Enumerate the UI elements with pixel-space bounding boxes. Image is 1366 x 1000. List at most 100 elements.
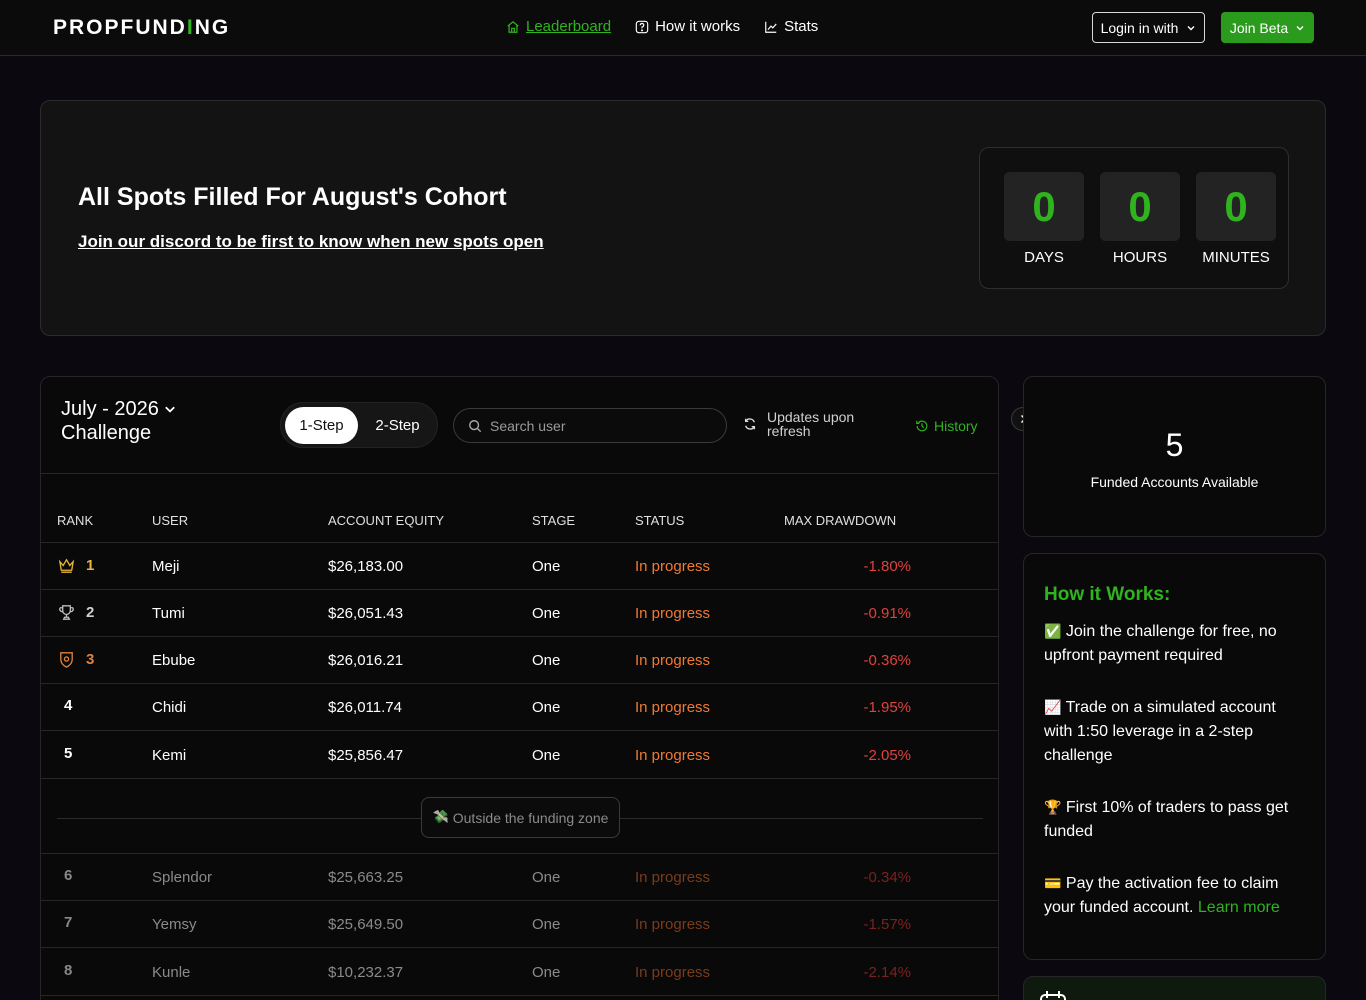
- funded-accounts-card: 5 Funded Accounts Available: [1023, 376, 1326, 537]
- table-row[interactable]: 4 Chidi $26,011.74 One In progress -1.95…: [41, 684, 998, 731]
- tab-1-step[interactable]: 1-Step: [285, 407, 358, 444]
- rank-number: 8: [64, 962, 73, 979]
- refresh-text-2: refresh: [767, 423, 811, 439]
- col-rank: RANK: [57, 513, 94, 528]
- equity-cell: $10,232.37: [328, 964, 404, 981]
- user-cell: Yemsy: [152, 916, 197, 933]
- how-item: 💳 Pay the activation fee to claim your f…: [1044, 872, 1305, 920]
- status-cell: In progress: [635, 558, 711, 575]
- table-row[interactable]: 8 Kunle $10,232.37 One In progress -2.14…: [41, 949, 998, 996]
- col-status: STATUS: [635, 513, 685, 528]
- join-beta-label: Join Beta: [1229, 19, 1289, 36]
- nav-leaderboard-label: Leaderboard: [526, 18, 612, 35]
- outside-zone-label: Outside the funding zone: [452, 809, 609, 826]
- funded-count: 5: [1165, 427, 1184, 463]
- nav-stats-label: Stats: [784, 18, 819, 35]
- col-stage: STAGE: [532, 513, 576, 528]
- home-icon: [507, 20, 519, 33]
- divider: [41, 473, 998, 474]
- learn-more-link[interactable]: Learn more: [1198, 899, 1280, 916]
- table-row[interactable]: 6 Splendor $25,663.25 One In progress -0…: [41, 854, 998, 901]
- rank-cell: 1: [57, 556, 94, 575]
- status-cell: In progress: [635, 605, 711, 622]
- crown-icon: [58, 558, 75, 573]
- how-item-text: First 10% of traders to pass get funded: [1044, 799, 1289, 840]
- banner-title: All Spots Filled For August's Cohort: [78, 183, 507, 211]
- stage-cell: One: [532, 747, 561, 764]
- refresh-note: Updates upon refresh: [743, 410, 854, 438]
- drawdown-cell: -1.57%: [863, 916, 911, 933]
- chart-icon: [765, 21, 777, 33]
- table-row[interactable]: 5 Kemi $25,856.47 One In progress -2.05%: [41, 732, 998, 779]
- search-input[interactable]: [490, 417, 710, 434]
- question-icon: [635, 20, 649, 33]
- user-cell: Tumi: [152, 605, 185, 622]
- countdown-minutes-value: 0: [1196, 172, 1276, 241]
- challenge-selector[interactable]: July - 2026 Challenge: [61, 397, 176, 445]
- join-beta-button[interactable]: Join Beta: [1221, 12, 1314, 43]
- tab-2-step[interactable]: 2-Step: [361, 407, 434, 444]
- table-row[interactable]: 3 Ebube $26,016.21 One In progress -0.36…: [41, 637, 998, 684]
- calendar-card[interactable]: [1023, 976, 1326, 1000]
- stage-cell: One: [532, 652, 561, 669]
- rank-cell: 3: [57, 650, 94, 669]
- table-header: RANK USER ACCOUNT EQUITY STAGE STATUS MA…: [41, 511, 998, 543]
- how-item-text: Trade on a simulated account with 1:50 l…: [1044, 699, 1276, 764]
- chevron-down-icon: [1296, 25, 1304, 30]
- funded-label: Funded Accounts Available: [1090, 474, 1259, 490]
- nav-leaderboard[interactable]: Leaderboard: [506, 18, 611, 35]
- equity-cell: $26,011.74: [328, 699, 402, 716]
- countdown-minutes: 0 MINUTES: [1196, 172, 1276, 266]
- rank-cell: 6: [64, 867, 72, 884]
- stage-cell: One: [532, 605, 561, 622]
- rank-number: 2: [86, 604, 95, 621]
- trophy-icon: [59, 605, 74, 620]
- nav-stats[interactable]: Stats: [764, 18, 818, 35]
- rank-number: 6: [64, 867, 73, 884]
- top-nav: PROPFUNDING Leaderboard How it works Sta…: [0, 0, 1366, 56]
- discord-link[interactable]: Join our discord to be first to know whe…: [78, 232, 544, 252]
- history-button[interactable]: History: [915, 418, 978, 434]
- how-item: 🏆 First 10% of traders to pass get funde…: [1044, 796, 1305, 844]
- status-cell: In progress: [635, 869, 711, 886]
- user-cell: Chidi: [152, 699, 187, 716]
- table-row[interactable]: 1 Meji $26,183.00 One In progress -1.80%: [41, 543, 998, 590]
- rank-cell: 5: [64, 745, 72, 762]
- chart-up-icon: 📈: [1044, 700, 1062, 716]
- logo[interactable]: PROPFUNDING: [53, 16, 230, 40]
- stage-cell: One: [532, 869, 561, 886]
- how-item: ✅ Join the challenge for free, no upfron…: [1044, 620, 1305, 668]
- countdown-hours: 0 HOURS: [1100, 172, 1180, 266]
- rank-cell: 4: [64, 697, 72, 714]
- equity-cell: $26,183.00: [328, 558, 404, 575]
- col-user: USER: [152, 513, 189, 528]
- countdown-days: 0 DAYS: [1004, 172, 1084, 266]
- funding-zone-divider: 💸 Outside the funding zone: [41, 780, 998, 854]
- table-row[interactable]: 7 Yemsy $25,649.50 One In progress -1.57…: [41, 901, 998, 948]
- logo-candle-glyph: I: [186, 16, 195, 39]
- status-cell: In progress: [635, 652, 711, 669]
- rank-number: 5: [64, 745, 73, 762]
- table-row[interactable]: 2 Tumi $26,051.43 One In progress -0.91%: [41, 590, 998, 637]
- status-cell: In progress: [635, 747, 711, 764]
- refresh-icon: [744, 418, 756, 430]
- how-title: How it Works:: [1044, 584, 1171, 605]
- nav-how-it-works[interactable]: How it works: [635, 18, 740, 35]
- search-icon: [469, 419, 482, 432]
- stage-cell: One: [532, 699, 561, 716]
- login-button[interactable]: Login in with: [1092, 12, 1205, 43]
- chevron-down-icon: [1187, 25, 1195, 30]
- user-cell: Meji: [152, 558, 180, 575]
- login-label: Login in with: [1100, 19, 1179, 36]
- user-cell: Ebube: [152, 652, 196, 669]
- status-cell: In progress: [635, 964, 711, 981]
- col-equity: ACCOUNT EQUITY: [328, 513, 445, 528]
- how-it-works-card: How it Works: ✅ Join the challenge for f…: [1023, 553, 1326, 960]
- money-wings-icon: 💸: [432, 810, 449, 825]
- rank-cell: 2: [57, 603, 94, 622]
- calendar-icon: [1040, 991, 1066, 1000]
- drawdown-cell: -2.05%: [863, 747, 911, 764]
- history-icon: [916, 420, 928, 432]
- trophy-icon: 🏆: [1044, 800, 1062, 816]
- drawdown-cell: -0.36%: [863, 652, 911, 669]
